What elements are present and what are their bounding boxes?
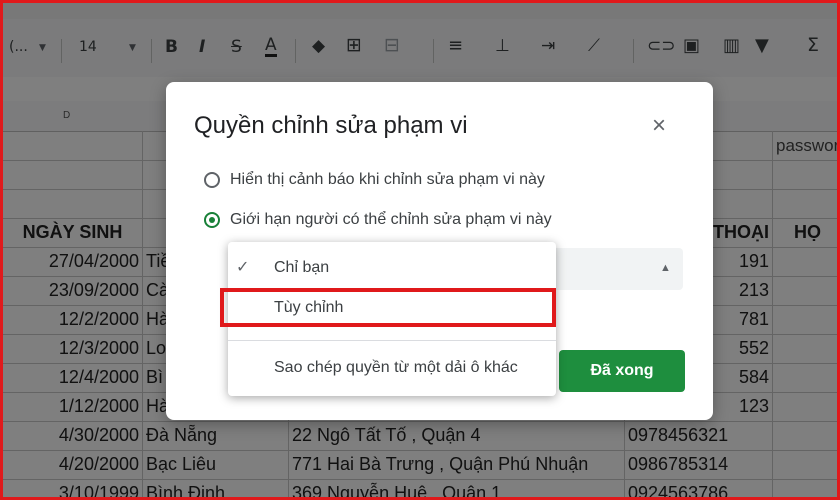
radio-warning-option[interactable] xyxy=(204,172,220,188)
dropdown-arrow-icon: ▲ xyxy=(660,262,671,274)
highlight-box xyxy=(220,288,556,327)
close-icon[interactable]: × xyxy=(652,114,666,138)
check-icon: ✓ xyxy=(236,259,250,276)
menu-item-copy-permissions[interactable]: Sao chép quyền từ một dải ô khác xyxy=(228,350,556,386)
radio-restrict-option[interactable] xyxy=(204,212,220,228)
screenshot-frame: (... ▼ 14 ▼ B I S A ◆ ⊞ ⊟ ≡ ⊥ ⇥ ⟋ ⊂⊃ ▣ ▥… xyxy=(0,0,840,500)
menu-item-label: Chỉ bạn xyxy=(274,259,330,276)
done-button[interactable]: Đã xong xyxy=(559,350,685,392)
menu-item-only-you[interactable]: ✓ Chỉ bạn xyxy=(228,250,556,286)
restrict-option-label[interactable]: Giới hạn người có thể chỉnh sửa phạm vi … xyxy=(230,211,552,229)
menu-item-label: Sao chép quyền từ một dải ô khác xyxy=(274,359,518,376)
warning-option-label[interactable]: Hiển thị cảnh báo khi chỉnh sửa phạm vi … xyxy=(230,171,545,189)
dialog-title: Quyền chỉnh sửa phạm vi xyxy=(194,112,468,139)
menu-divider xyxy=(228,340,556,341)
